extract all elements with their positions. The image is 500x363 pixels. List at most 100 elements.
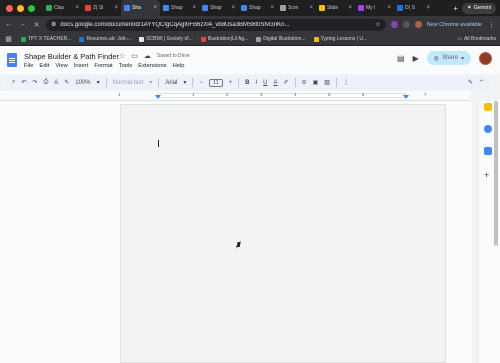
menu-view[interactable]: View [55,63,67,69]
decrease-font-icon[interactable]: − [199,80,203,86]
pencil-mode-icon[interactable]: ✎ [468,79,473,86]
bold-icon[interactable]: B [245,80,249,86]
menu-edit[interactable]: Edit [39,63,49,69]
menu-tools[interactable]: Tools [119,63,133,69]
scrollbar[interactable] [494,101,498,246]
profile-icon[interactable] [414,21,422,28]
title-icons: ☆ ▭ ☁ Saved to Drive [119,52,190,60]
search-menus-icon[interactable]: ⌕ [12,79,15,86]
close-tab-icon[interactable]: × [114,5,118,11]
bookmark-list: TPT X TEACHER... Resumes.ab: Job-... SCBWI… [21,36,367,42]
maximize-window-button[interactable] [28,4,35,12]
minimize-window-button[interactable] [17,4,24,12]
bookmark-item[interactable]: TPT X TEACHER... [21,36,71,42]
font-size-input[interactable]: 11 [208,78,223,87]
stop-icon[interactable]: ✕ [32,21,41,29]
bookmark-item[interactable]: Digital Illustration... [256,36,306,42]
site-info-icon[interactable]: ⚙ [51,21,56,28]
spellcheck-icon[interactable]: A [54,80,58,86]
contacts-icon[interactable] [484,147,492,155]
tasks-icon[interactable] [484,125,492,133]
extension-icon[interactable] [402,21,410,28]
zoom-select[interactable]: 100% [75,80,90,86]
add-addon-icon[interactable]: + [484,170,489,180]
keep-icon[interactable] [484,103,492,111]
close-tab-icon[interactable]: × [426,5,430,11]
forward-icon[interactable]: → [18,21,27,28]
more-options-icon[interactable]: ⋮ [343,79,349,86]
menu-format[interactable]: Format [94,63,112,69]
bookmark-item[interactable]: Typing Lessons | U... [313,36,367,42]
browser-tab[interactable]: Clas × [43,0,82,16]
browser-tab[interactable]: Scrn × [277,0,316,16]
share-button[interactable]: ◍ Share ▾ [426,51,471,65]
browser-tab[interactable]: My I × [355,0,394,16]
menu-insert[interactable]: Insert [74,63,89,69]
bookmark-item[interactable]: Illustration|Lil Ag... [200,36,248,42]
menu-icon[interactable]: ⋮ [487,21,496,29]
undo-icon[interactable]: ↶ [21,79,26,86]
browser-tab[interactable]: Shap × [160,0,199,16]
avatar[interactable] [479,51,492,65]
close-tab-icon[interactable]: × [231,5,235,11]
bookmark-item[interactable]: Resumes.ab: Job-... [79,36,131,42]
redo-icon[interactable]: ↷ [32,79,37,86]
gemini-button[interactable]: ✦ Gemini [461,2,496,14]
document-title[interactable]: Shape Builder & Path Finder [24,52,119,61]
paint-format-icon[interactable]: ✎ [64,79,69,86]
new-tab-button[interactable]: + [453,4,458,13]
link-icon[interactable]: ⊝ [302,79,307,86]
bookmark-favicon-icon [256,36,262,42]
underline-icon[interactable]: U [263,80,267,86]
browser-tab-strip: Clas × 2) SI × Sha × Shap × Shap × Shap × Scrn × Slide… [0,0,500,16]
comment-icon[interactable]: ▣ [313,79,319,86]
browser-tab[interactable]: D) S × [394,0,433,16]
close-tab-icon[interactable]: × [75,5,79,11]
comments-icon[interactable]: ▤ [397,54,405,63]
image-icon[interactable]: ▨ [324,79,330,86]
chevron-up-icon[interactable]: ⌃ [479,79,484,86]
all-bookmarks[interactable]: ▭ All Bookmarks [457,36,496,42]
browser-tab[interactable]: Shap × [199,0,238,16]
tab-favicon-icon [241,5,247,11]
close-window-button[interactable] [6,4,13,12]
browser-tab[interactable]: Shap × [238,0,277,16]
browser-tab[interactable]: Sha × [121,0,160,16]
docs-logo-icon[interactable] [7,53,17,67]
close-tab-icon[interactable]: × [153,5,157,11]
bookmark-favicon-icon [79,36,85,42]
italic-icon[interactable]: I [256,80,258,86]
style-select[interactable]: Normal text [113,80,144,86]
close-tab-icon[interactable]: × [270,5,274,11]
highlight-icon[interactable]: ✐ [284,79,289,86]
right-indent-marker[interactable] [403,95,409,99]
meet-icon[interactable]: ▶ [413,54,419,63]
close-tab-icon[interactable]: × [192,5,196,11]
font-select[interactable]: Arial [165,80,177,86]
bookmark-star-icon[interactable]: ☆ [375,21,380,28]
browser-tab[interactable]: 2) SI × [82,0,121,16]
close-tab-icon[interactable]: × [309,5,313,11]
increase-font-icon[interactable]: + [229,80,233,86]
folder-icon: ▭ [457,36,463,42]
document-page[interactable] [120,104,446,363]
browser-tab[interactable]: Slide × [316,0,355,16]
omnibox[interactable]: ⚙ docs.google.com/document/d/1AYYQCIgCqA… [46,18,386,31]
menu-extensions[interactable]: Extensions [138,63,166,69]
tab-favicon-icon [85,5,91,11]
apps-icon[interactable]: ▦ [4,35,13,43]
print-icon[interactable]: ⎙ [43,79,48,86]
new-chrome-available[interactable]: New Chrome available [427,22,482,28]
extension-icon[interactable] [390,21,398,28]
move-folder-icon[interactable]: ▭ [131,52,138,60]
close-tab-icon[interactable]: × [348,5,352,11]
left-indent-marker[interactable] [155,95,161,99]
text-color-icon[interactable]: A [274,80,278,86]
menu-help[interactable]: Help [173,63,185,69]
url-text[interactable]: docs.google.com/document/d/1AYYQCIgCqAgI… [60,22,371,28]
menu-file[interactable]: File [24,63,33,69]
back-icon[interactable]: ← [4,21,13,28]
bookmark-item[interactable]: SCBWI | Society of... [139,36,193,42]
close-tab-icon[interactable]: × [387,5,391,11]
star-icon[interactable]: ☆ [119,52,125,60]
